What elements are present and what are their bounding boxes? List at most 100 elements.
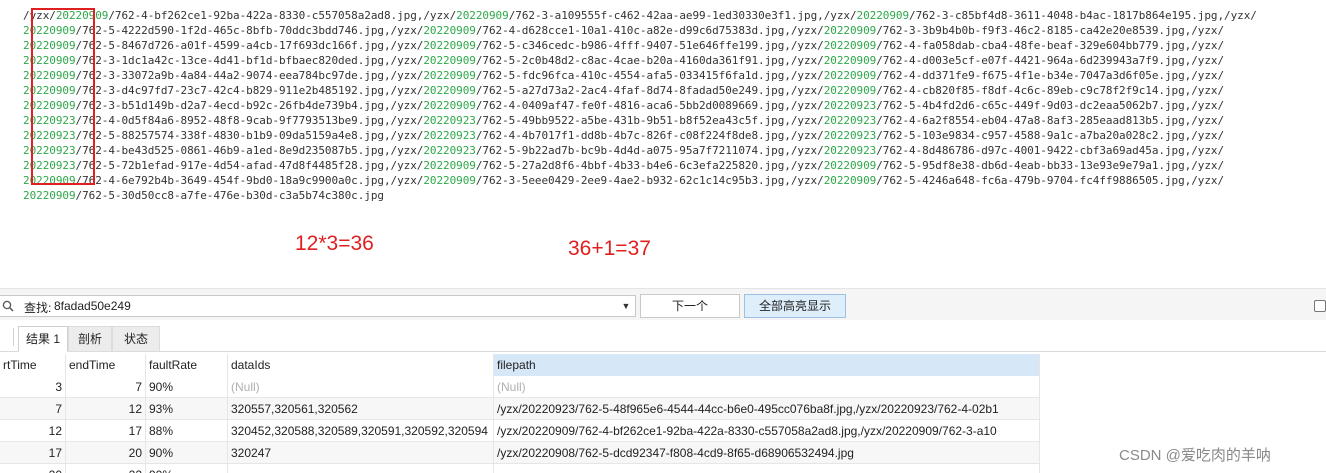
- gutter-mark: [0, 207, 6, 219]
- table-cell[interactable]: 12: [66, 398, 146, 420]
- search-field[interactable]: 查找: 8fadad50e249 ▼: [0, 295, 636, 317]
- path-segment: /762-3-d4c97fd7-23c7-42c4-b829-911e2b485…: [75, 84, 424, 97]
- column-header[interactable]: faultRate: [146, 354, 228, 376]
- tab-separator: [13, 328, 14, 346]
- tab-info[interactable]: [0, 326, 14, 352]
- table-cell[interactable]: 320247: [228, 442, 494, 464]
- gutter-mark: [0, 117, 6, 129]
- path-segment: /762-5-30d50cc8-a7fe-476e-b30d-c3a5b74c3…: [75, 189, 385, 202]
- tab-status[interactable]: 状态: [112, 326, 160, 352]
- highlight-all-button[interactable]: 全部高亮显示: [744, 294, 846, 318]
- table-cell[interactable]: 3: [0, 376, 66, 398]
- path-segment: /762-5-88257574-338f-4830-b1b9-09da5159a…: [75, 129, 424, 142]
- path-segment: /762-3-5eee0429-2ee9-4ae2-b932-62c1c14c9…: [475, 174, 824, 187]
- path-segment: /762-4-d628cce1-10a1-410c-a82e-d99c6d753…: [475, 24, 824, 37]
- annotation-right: 36+1=37: [568, 237, 651, 260]
- gutter-mark: [0, 12, 6, 24]
- date-segment: 20220923: [423, 144, 476, 157]
- text-editor[interactable]: /yzx/20220909/762-4-bf262ce1-92ba-422a-8…: [0, 0, 1326, 288]
- table-cell[interactable]: 320452,320588,320589,320591,320592,32059…: [228, 420, 494, 442]
- gutter-mark: [0, 252, 6, 264]
- path-segment: /762-4-6e792b4b-3649-454f-9bd0-18a9c9900…: [75, 174, 424, 187]
- gutter-mark: [0, 237, 6, 249]
- gutter-mark: [0, 87, 6, 99]
- date-segment: 20220909: [423, 99, 476, 112]
- path-segment: /762-3-c85bf4d8-3611-4048-b4ac-1817b864e…: [909, 9, 1257, 22]
- code-line: 20220909/762-3-1dc1a42c-13ce-4d41-bf1d-b…: [23, 53, 1224, 68]
- table-cell[interactable]: 320557,320561,320562: [228, 398, 494, 420]
- result-grid[interactable]: rtTime endTime faultRate dataIds filepat…: [0, 354, 1040, 473]
- option-checkbox[interactable]: [1314, 300, 1326, 312]
- path-segment: /762-3-33072a9b-4a84-44a2-9074-eea784bc9…: [75, 69, 424, 82]
- path-segment: /762-4-d003e5cf-e07f-4421-964a-6d239943a…: [876, 54, 1225, 67]
- path-segment: /762-4-fa058dab-cba4-48fe-beaf-329e604bb…: [876, 39, 1225, 52]
- table-cell[interactable]: /yzx/20220923/762-5-48f965e6-4544-44cc-b…: [494, 398, 1040, 420]
- table-cell[interactable]: /yzx/20220909/762-4-bf262ce1-92ba-422a-8…: [494, 420, 1040, 442]
- table-row[interactable]: 202290%: [0, 464, 1040, 473]
- path-segment: /762-5-fdc96fca-410c-4554-afa5-033415f6f…: [475, 69, 824, 82]
- date-segment: 20220909: [823, 84, 877, 97]
- path-segment: /762-5-72b1efad-917e-4d54-afad-47d8f4485…: [75, 159, 424, 172]
- code-line: 20220909/762-5-4222d590-1f2d-465c-8bfb-7…: [23, 23, 1224, 38]
- path-segment: /762-3-b51d149b-d2a7-4ecd-b92c-26fb4de73…: [75, 99, 424, 112]
- table-cell[interactable]: [494, 464, 1040, 473]
- table-cell[interactable]: 20: [66, 442, 146, 464]
- table-cell[interactable]: 7: [0, 398, 66, 420]
- gutter-mark: [0, 102, 6, 114]
- table-cell[interactable]: 93%: [146, 398, 228, 420]
- table-row[interactable]: 17 20 90% 320247/yzx/20220908/762-5-dcd9234…: [0, 442, 1040, 464]
- dropdown-arrow-icon[interactable]: ▼: [620, 300, 632, 312]
- column-header[interactable]: dataIds: [228, 354, 494, 376]
- column-header[interactable]: endTime: [66, 354, 146, 376]
- table-cell[interactable]: (Null): [494, 376, 1040, 398]
- path-segment: /762-3-a109555f-c462-42aa-ae99-1ed30330e…: [508, 9, 857, 22]
- code-line: /yzx/20220909/762-4-bf262ce1-92ba-422a-8…: [23, 8, 1257, 23]
- date-segment: 20220909: [423, 24, 476, 37]
- column-header-filepath[interactable]: filepath: [494, 354, 1040, 376]
- table-cell[interactable]: 90%: [146, 376, 228, 398]
- gutter-mark: [0, 72, 6, 84]
- table-cell[interactable]: /yzx/20220908/762-5-dcd92347-f808-4cd9-8…: [494, 442, 1040, 464]
- result-tabs: 结果 1 剖析 状态: [0, 320, 1326, 352]
- table-cell[interactable]: 90%: [146, 464, 228, 473]
- path-segment: /762-5-a27d73a2-2ac4-4faf-8d74-8fadad50e…: [475, 84, 824, 97]
- date-segment: 20220909: [856, 9, 910, 22]
- search-icon: [2, 300, 14, 312]
- search-input[interactable]: 8fadad50e249: [54, 299, 131, 313]
- table-row[interactable]: 3 7 90% (Null) (Null): [0, 376, 1040, 398]
- gutter-mark: [0, 162, 6, 174]
- table-cell[interactable]: 7: [66, 376, 146, 398]
- path-segment: /762-5-27a2d8f6-4bbf-4b33-b4e6-6c3efa225…: [475, 159, 824, 172]
- gutter-mark: [0, 267, 6, 279]
- path-segment: /762-4-0409af47-fe0f-4816-aca6-5bb2d0089…: [475, 99, 824, 112]
- gutter-mark: [0, 132, 6, 144]
- table-cell[interactable]: 17: [0, 442, 66, 464]
- table-cell[interactable]: (Null): [228, 376, 494, 398]
- path-segment: /762-4-dd371fe9-f675-4f1e-b34e-7047a3d6f…: [876, 69, 1225, 82]
- tab-profile[interactable]: 剖析: [68, 326, 112, 352]
- date-segment: 20220909: [423, 39, 476, 52]
- table-cell[interactable]: [228, 464, 494, 473]
- path-segment: /762-5-4222d590-1f2d-465c-8bfb-70ddc3bdd…: [75, 24, 424, 37]
- path-segment: /762-5-103e9834-c957-4588-9a1c-a7ba20a02…: [876, 129, 1225, 142]
- table-row[interactable]: 12 17 88% 320452,320588,320589,320591,32059…: [0, 420, 1040, 442]
- table-row[interactable]: 7 12 93% 320557,320561,320562/yzx/20220923/…: [0, 398, 1040, 420]
- path-segment: /762-4-bf262ce1-92ba-422a-8330-c557058a2…: [108, 9, 457, 22]
- column-header[interactable]: rtTime: [0, 354, 66, 376]
- table-cell[interactable]: 90%: [146, 442, 228, 464]
- code-line: 20220909/762-5-8467d726-a01f-4599-a4cb-1…: [23, 38, 1224, 53]
- table-cell[interactable]: 22: [66, 464, 146, 473]
- path-segment: /762-5-4246a648-fc6a-479b-9704-fc4ff9886…: [876, 174, 1225, 187]
- table-cell[interactable]: 17: [66, 420, 146, 442]
- path-segment: /762-3-1dc1a42c-13ce-4d41-bf1d-bfbaec820…: [75, 54, 424, 67]
- date-segment: 20220909: [423, 174, 476, 187]
- annotation-highlight-box: [31, 8, 95, 185]
- table-cell[interactable]: 12: [0, 420, 66, 442]
- date-segment: 20220923: [823, 99, 877, 112]
- code-line: 20220923/762-4-be43d525-0861-46b9-a1ed-8…: [23, 143, 1224, 158]
- tab-result-1[interactable]: 结果 1: [18, 326, 68, 352]
- table-cell[interactable]: 20: [0, 464, 66, 473]
- find-next-button[interactable]: 下一个: [640, 294, 740, 318]
- table-cell[interactable]: 88%: [146, 420, 228, 442]
- date-segment: 20220909: [823, 39, 877, 52]
